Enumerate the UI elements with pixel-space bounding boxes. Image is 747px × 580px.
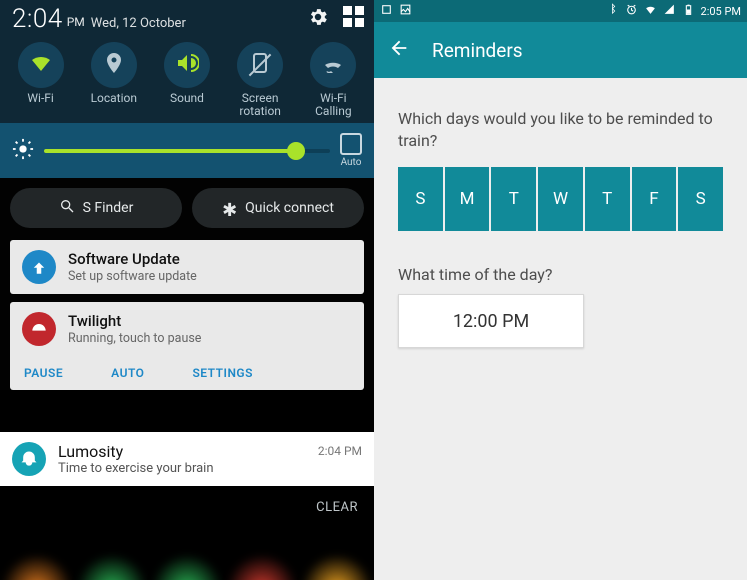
status-time: 2:05 PM	[701, 5, 741, 18]
sfinder-chip[interactable]: S Finder	[10, 188, 182, 228]
grid-icon[interactable]	[343, 6, 364, 32]
day-picker: S M T W T F S	[398, 167, 723, 231]
shade-header: 2:04 PM Wed, 12 October	[0, 0, 374, 36]
notification-cards: Software Update Set up software update T…	[0, 240, 374, 390]
twilight-pause-button[interactable]: PAUSE	[24, 366, 63, 380]
day-wed[interactable]: W	[538, 167, 583, 231]
recent-apps-icon	[380, 3, 393, 19]
reminders-screen: 2:05 PM Reminders Which days would you l…	[374, 0, 747, 580]
qs-wificalling[interactable]: Wi-Fi Calling	[300, 42, 366, 117]
day-mon[interactable]: M	[445, 167, 490, 231]
notif-sub: Set up software update	[68, 269, 352, 284]
day-thu[interactable]: T	[585, 167, 630, 231]
twilight-auto-button[interactable]: AUTO	[111, 366, 144, 380]
notif-twilight[interactable]: Twilight Running, touch to pause PAUSE A…	[10, 302, 364, 390]
clear-button[interactable]: CLEAR	[316, 500, 358, 515]
location-icon	[102, 51, 126, 79]
image-icon	[399, 3, 412, 19]
brightness-slider[interactable]	[44, 149, 330, 153]
quick-settings-row: Wi-Fi Location Sound Screen rotation Wi-…	[0, 36, 374, 123]
day-fri[interactable]: F	[632, 167, 677, 231]
dock-glow	[0, 554, 374, 580]
shade-chips: S Finder ✱ Quick connect	[0, 178, 374, 240]
qs-rotation-label: Screen rotation	[239, 92, 281, 117]
status-bar: 2:05 PM	[374, 0, 747, 22]
wifi-icon	[29, 51, 53, 79]
battery-icon	[682, 3, 695, 19]
alarm-icon	[625, 3, 638, 19]
asterisk-icon: ✱	[222, 200, 237, 221]
notif-lumosity[interactable]: Lumosity Time to exercise your brain 2:0…	[0, 432, 374, 486]
qs-location[interactable]: Location	[81, 42, 147, 117]
notif-software-update[interactable]: Software Update Set up software update	[10, 240, 364, 294]
qs-sound[interactable]: Sound	[154, 42, 220, 117]
time-value: 12:00 PM	[453, 311, 529, 332]
qs-wifi-label: Wi-Fi	[27, 92, 53, 105]
appbar-title: Reminders	[432, 39, 523, 62]
twilight-settings-button[interactable]: SETTINGS	[192, 366, 253, 380]
question-days: Which days would you like to be reminded…	[398, 108, 723, 151]
day-tue[interactable]: T	[491, 167, 536, 231]
wificalling-icon	[321, 51, 345, 79]
quickconnect-chip[interactable]: ✱ Quick connect	[192, 188, 364, 228]
wifi-icon	[644, 3, 657, 19]
notif-sub: Time to exercise your brain	[58, 461, 214, 476]
qs-location-label: Location	[91, 92, 137, 105]
clock: 2:04 PM	[12, 4, 85, 34]
notification-shade: 2:04 PM Wed, 12 October Wi-Fi Location	[0, 0, 374, 580]
brightness-icon	[12, 138, 34, 164]
qs-rotation[interactable]: Screen rotation	[227, 42, 293, 117]
sound-icon	[175, 51, 199, 79]
back-icon[interactable]	[388, 37, 410, 63]
lumosity-icon	[12, 442, 46, 476]
notif-title: Lumosity	[58, 442, 214, 461]
bluetooth-icon	[606, 3, 619, 19]
brightness-row: Auto	[0, 123, 374, 178]
qs-wificalling-label: Wi-Fi Calling	[315, 92, 351, 117]
clock-time: 2:04	[12, 4, 63, 34]
day-sun[interactable]: S	[398, 167, 443, 231]
gear-icon[interactable]	[307, 6, 329, 32]
brightness-auto-label: Auto	[341, 157, 362, 168]
quickconnect-label: Quick connect	[245, 200, 334, 216]
clock-ampm: PM	[67, 15, 85, 29]
clock-date: Wed, 12 October	[91, 16, 186, 31]
notif-title: Twilight	[68, 312, 201, 330]
sfinder-label: S Finder	[83, 200, 134, 216]
download-icon	[22, 250, 56, 284]
rotation-icon	[248, 51, 272, 79]
day-sat[interactable]: S	[678, 167, 723, 231]
search-icon	[59, 198, 75, 218]
qs-sound-label: Sound	[170, 92, 204, 105]
clear-row: CLEAR	[0, 492, 374, 550]
twilight-icon	[22, 312, 56, 346]
brightness-auto-toggle[interactable]: Auto	[340, 133, 362, 168]
notif-sub: Running, touch to pause	[68, 331, 201, 346]
app-bar: Reminders	[374, 22, 747, 78]
question-time: What time of the day?	[398, 265, 723, 284]
notif-time: 2:04 PM	[318, 444, 362, 458]
signal-icon	[663, 3, 676, 19]
time-picker[interactable]: 12:00 PM	[398, 294, 584, 348]
qs-wifi[interactable]: Wi-Fi	[8, 42, 74, 117]
reminders-content: Which days would you like to be reminded…	[374, 78, 747, 378]
notif-title: Software Update	[68, 250, 352, 268]
